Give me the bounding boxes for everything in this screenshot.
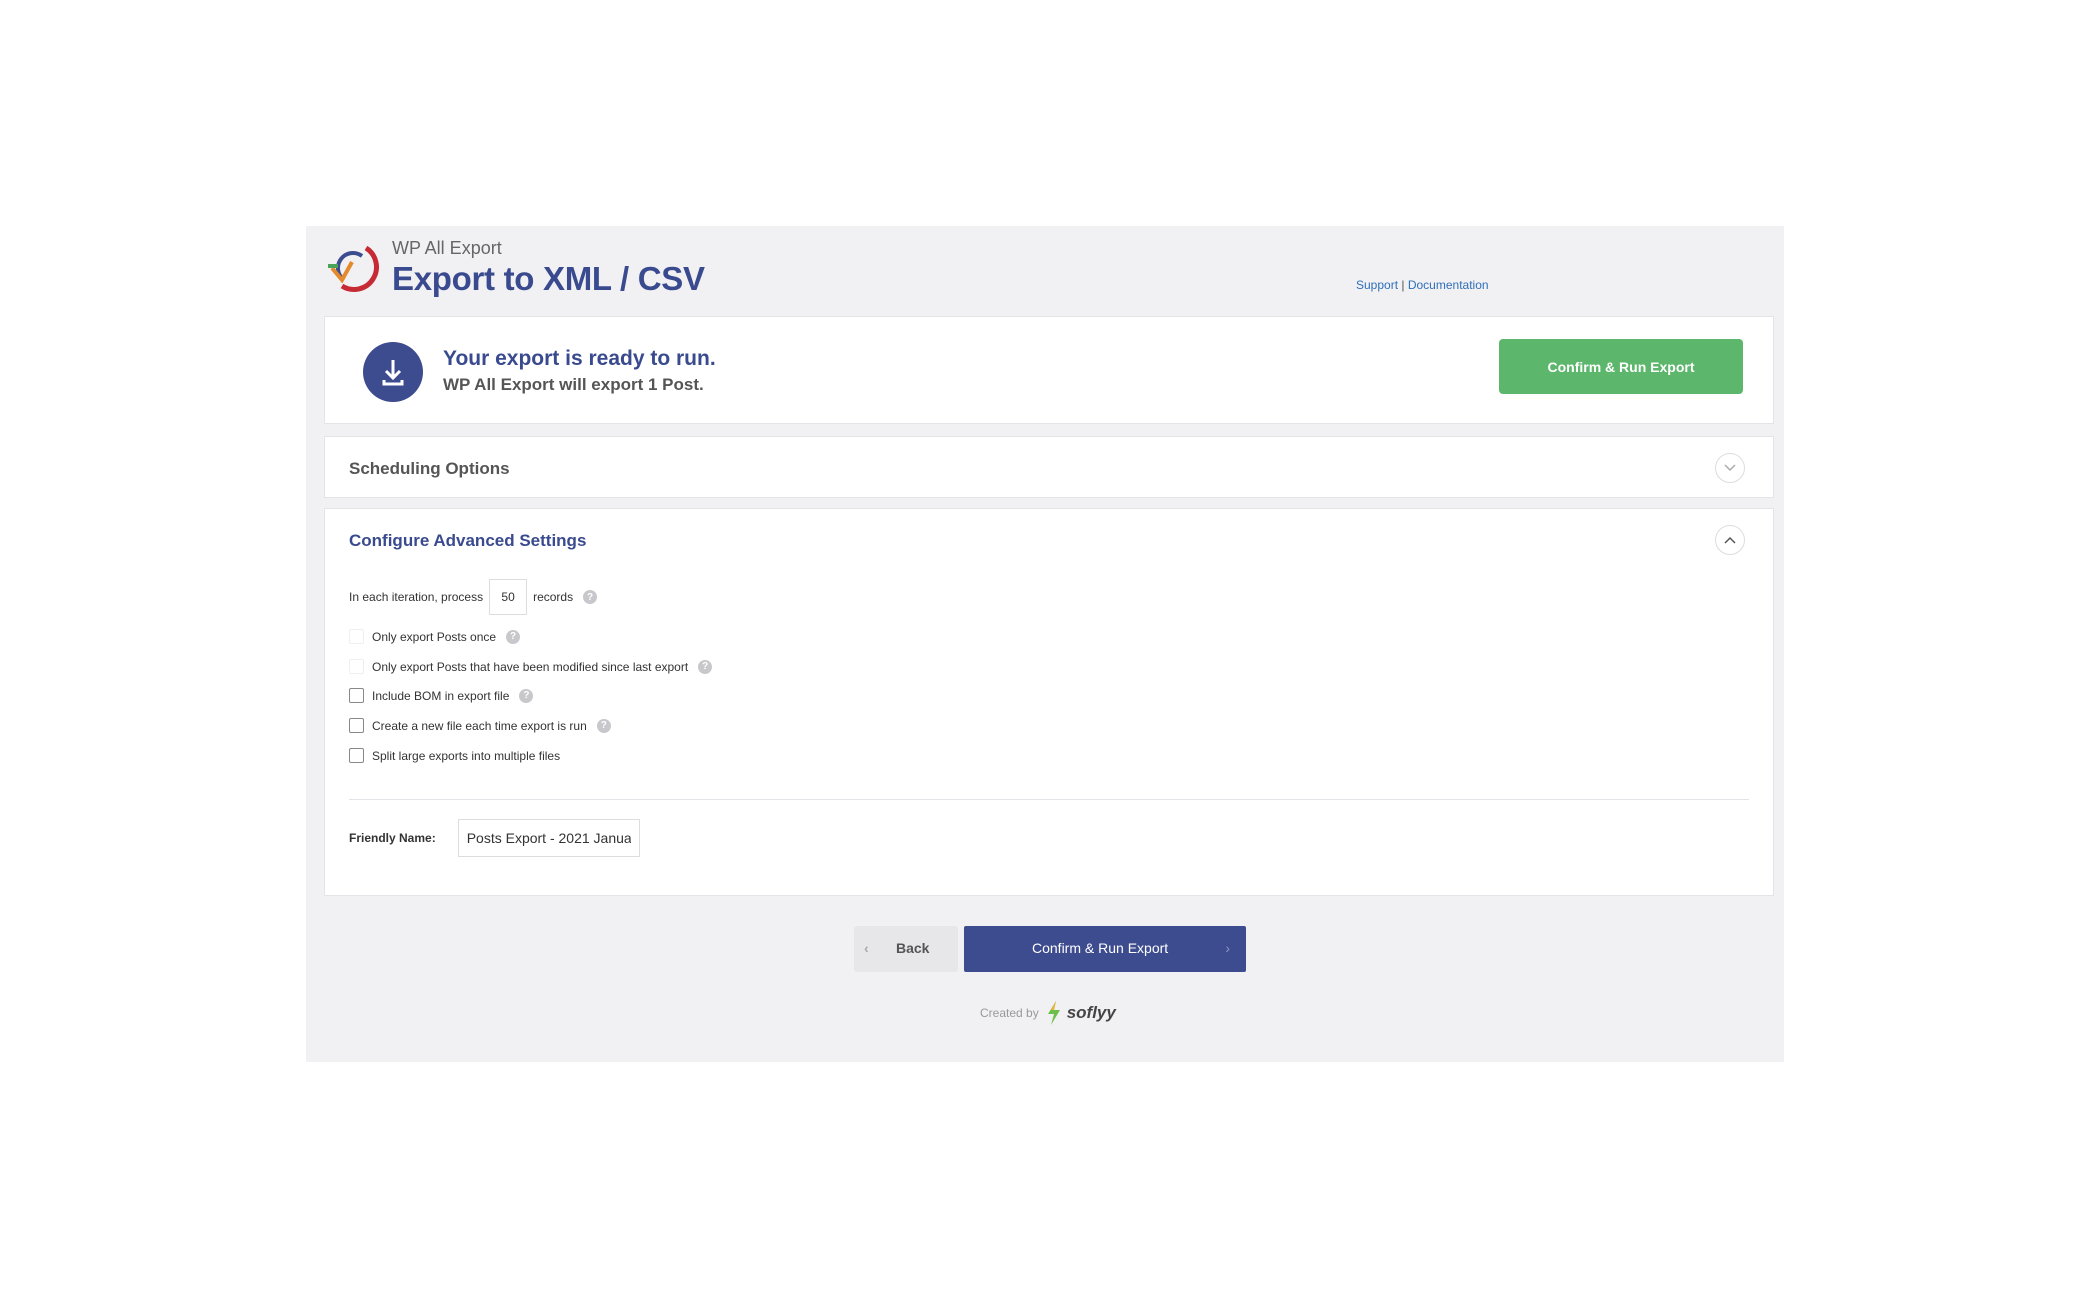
option-export-once[interactable]: Only export Posts once ? [349,629,521,644]
page-title: Export to XML / CSV [392,260,705,297]
option-split-large-exports[interactable]: Split large exports into multiple files [349,748,560,763]
soflyy-logo-icon [1047,1001,1060,1025]
soflyy-brand: soflyy [1066,1003,1116,1022]
back-label: Back [896,940,930,956]
help-links: Support | Documentation [1356,278,1489,292]
advanced-settings-panel: Configure Advanced Settings In each iter… [324,508,1774,896]
checkbox[interactable] [349,748,364,763]
back-button[interactable]: ‹ Back [854,926,958,972]
download-icon [363,342,423,402]
option-new-file-each-run[interactable]: Create a new file each time export is ru… [349,718,611,733]
records-per-iteration-input[interactable]: 50 [489,579,528,615]
wp-all-export-logo-icon [328,245,379,292]
checkbox[interactable] [349,718,364,733]
wp-all-export-page: WP All Export Export to XML / CSV Suppor… [306,226,1784,1062]
confirm-run-export-button[interactable]: Confirm & Run Export › [964,926,1246,972]
checkbox[interactable] [349,659,364,674]
chevron-up-icon [1724,536,1736,544]
scheduling-options-title: Scheduling Options [349,459,510,478]
chevron-left-icon: ‹ [864,940,869,956]
help-icon[interactable]: ? [583,590,598,604]
option-export-modified[interactable]: Only export Posts that have been modifie… [349,659,713,674]
divider [349,799,1749,800]
option-label: Only export Posts that have been modifie… [372,659,689,674]
checkbox[interactable] [349,629,364,644]
export-ready-panel: Your export is ready to run. WP All Expo… [324,316,1774,424]
friendly-name-input[interactable] [457,819,640,857]
chevron-down-icon [1724,464,1736,472]
chevron-right-icon: › [1225,940,1230,956]
ready-subtitle: WP All Export will export 1 Post. [443,375,704,394]
plugin-name: WP All Export [392,238,502,258]
option-label: Include BOM in export file [372,688,510,703]
option-label: Create a new file each time export is ru… [372,718,587,733]
created-by-credit: Created by soflyy [980,1000,1116,1026]
option-include-bom[interactable]: Include BOM in export file ? [349,688,534,703]
option-label: Only export Posts once [372,629,497,644]
iteration-suffix: records [533,590,574,604]
documentation-link[interactable]: Documentation [1408,278,1489,292]
help-icon[interactable]: ? [519,688,534,703]
iteration-row: In each iteration, process 50 records ? [349,579,598,615]
support-link[interactable]: Support [1356,278,1398,292]
checkbox[interactable] [349,688,364,703]
confirm-run-export-button-top[interactable]: Confirm & Run Export [1499,339,1743,394]
help-icon[interactable]: ? [698,659,713,674]
help-icon[interactable]: ? [506,629,521,644]
friendly-name-label: Friendly Name: [349,831,436,845]
expand-toggle[interactable] [1715,453,1745,483]
link-separator: | [1401,278,1405,292]
advanced-settings-title[interactable]: Configure Advanced Settings [349,531,586,551]
confirm-label: Confirm & Run Export [1032,940,1169,956]
collapse-toggle[interactable] [1715,525,1745,555]
scheduling-options-panel[interactable]: Scheduling Options [324,436,1774,498]
option-label: Split large exports into multiple files [372,748,561,763]
help-icon[interactable]: ? [596,718,611,733]
ready-title: Your export is ready to run. [443,347,716,370]
created-by-text: Created by [980,1006,1039,1020]
iteration-prefix: In each iteration, process [349,590,484,604]
friendly-name-row: Friendly Name: [349,819,640,857]
